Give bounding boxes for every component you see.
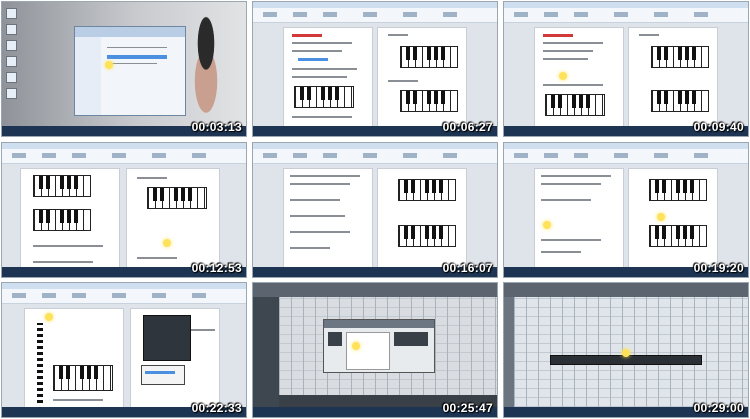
timestamp: 00:19:20 xyxy=(693,261,744,275)
cursor-highlight-icon xyxy=(163,239,171,247)
document-page xyxy=(534,168,624,272)
document-page xyxy=(130,308,220,412)
timestamp: 00:12:53 xyxy=(191,261,242,275)
timestamp: 00:25:47 xyxy=(442,401,493,415)
wallpaper-figure xyxy=(180,8,232,126)
daw-window xyxy=(253,283,497,407)
cursor-highlight-icon xyxy=(559,72,567,80)
ribbon-toolbar xyxy=(253,8,497,23)
timestamp: 00:22:33 xyxy=(191,401,242,415)
document-page xyxy=(377,27,467,131)
piano-keys-diagram xyxy=(400,90,458,112)
document-page xyxy=(628,168,718,272)
thumbnail-7[interactable]: 00:22:33 xyxy=(1,282,247,418)
document-page xyxy=(628,27,718,131)
piano-keys-diagram xyxy=(400,46,458,68)
dialog-window xyxy=(323,319,435,373)
thumbnail-8[interactable]: 00:25:47 xyxy=(252,282,498,418)
piano-keys-diagram xyxy=(294,86,354,108)
timestamp: 00:16:07 xyxy=(442,261,493,275)
cursor-highlight-icon xyxy=(352,342,360,350)
cursor-highlight-icon xyxy=(543,221,551,229)
cursor-highlight-icon xyxy=(105,61,113,69)
document-page xyxy=(377,168,467,272)
document-page xyxy=(283,27,373,131)
thumbnail-3[interactable]: 00:09:40 xyxy=(503,1,749,137)
desktop-file-icon xyxy=(6,56,17,67)
document-page xyxy=(24,308,124,412)
document-page xyxy=(283,168,373,272)
thumbnail-4[interactable]: 00:12:53 xyxy=(1,142,247,278)
desktop-file-icon xyxy=(6,88,17,99)
video-thumbnail-grid: 00:03:13 00:06:27 00:09:40 00:12:53 00:1… xyxy=(0,0,750,419)
cursor-highlight-icon xyxy=(657,213,665,221)
document-page xyxy=(534,27,624,131)
thumbnail-6[interactable]: 00:19:20 xyxy=(503,142,749,278)
desktop-file-icon xyxy=(6,8,17,19)
thumbnail-1[interactable]: 00:03:13 xyxy=(1,1,247,137)
desktop-file-icon xyxy=(6,72,17,83)
desktop-file-icon xyxy=(6,40,17,51)
cursor-highlight-icon xyxy=(45,313,53,321)
timestamp: 00:09:40 xyxy=(693,120,744,134)
cursor-highlight-icon xyxy=(622,349,630,357)
explorer-window xyxy=(74,26,186,116)
embedded-screenshot xyxy=(143,315,191,361)
daw-window xyxy=(504,283,748,407)
timestamp: 00:03:13 xyxy=(191,120,242,134)
document-page xyxy=(20,168,120,272)
desktop-file-icon xyxy=(6,24,17,35)
thumbnail-9[interactable]: 00:29:00 xyxy=(503,282,749,418)
thumbnail-2[interactable]: 00:06:27 xyxy=(252,1,498,137)
timestamp: 00:29:00 xyxy=(693,401,744,415)
thumbnail-5[interactable]: 00:16:07 xyxy=(252,142,498,278)
document-page xyxy=(126,168,220,272)
timestamp: 00:06:27 xyxy=(442,120,493,134)
